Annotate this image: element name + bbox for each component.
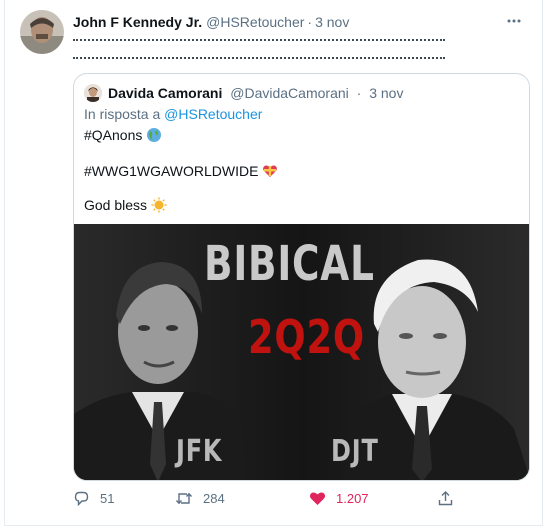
quoted-author-name[interactable]: Davida Camorani bbox=[108, 85, 222, 101]
dotted-text-line bbox=[73, 55, 445, 59]
like-count: 1.207 bbox=[336, 491, 369, 506]
reply-to-link[interactable]: @HSRetoucher bbox=[164, 106, 262, 122]
retweet-button[interactable]: 284 bbox=[175, 490, 225, 507]
quoted-media-image[interactable]: BIBICAL 2Q2Q JFK DJT bbox=[74, 224, 529, 480]
tweet-header: John F Kennedy Jr. @HSRetoucher · 3 nov bbox=[73, 12, 527, 32]
reply-prefix: In risposta a bbox=[84, 106, 161, 122]
like-button[interactable]: 1.207 bbox=[309, 490, 369, 507]
quoted-avatar[interactable] bbox=[84, 84, 102, 102]
reply-icon bbox=[73, 490, 90, 507]
post-time[interactable]: 3 nov bbox=[315, 14, 349, 30]
separator: · bbox=[307, 14, 313, 30]
hashtag-line: #QAnons bbox=[84, 126, 162, 144]
heart-ribbon-icon bbox=[262, 163, 278, 179]
hashtag-line: #WWG1WGAWORLDWIDE bbox=[84, 162, 278, 180]
share-button[interactable] bbox=[437, 490, 454, 507]
share-icon bbox=[437, 490, 454, 507]
reply-count: 51 bbox=[100, 491, 115, 506]
retweet-count: 284 bbox=[203, 491, 225, 506]
quoted-post-time[interactable]: 3 nov bbox=[369, 85, 403, 101]
reply-button[interactable]: 51 bbox=[73, 490, 114, 507]
quoted-tweet-card[interactable]: Davida Camorani @DavidaCamorani · 3 nov … bbox=[73, 73, 530, 481]
blessing-text: God bless bbox=[84, 197, 148, 213]
quoted-author-handle[interactable]: @DavidaCamorani bbox=[230, 85, 348, 101]
heart-icon bbox=[309, 490, 326, 507]
hashtag-qanons[interactable]: #QAnons bbox=[84, 126, 142, 144]
author-handle[interactable]: @HSRetoucher bbox=[206, 14, 304, 30]
avatar[interactable] bbox=[20, 10, 64, 54]
sun-icon bbox=[151, 197, 167, 213]
globe-icon bbox=[146, 127, 162, 143]
retweet-icon bbox=[175, 490, 193, 507]
reply-context: In risposta a @HSRetoucher bbox=[84, 106, 262, 122]
hashtag-wwg1wga[interactable]: #WWG1WGAWORLDWIDE bbox=[84, 162, 258, 180]
author-name[interactable]: John F Kennedy Jr. bbox=[73, 14, 202, 30]
poster-right-label: DJT bbox=[331, 434, 379, 469]
poster-title: BIBICAL bbox=[204, 236, 375, 292]
poster-year: 2Q2Q bbox=[248, 310, 365, 364]
more-horizontal-icon[interactable] bbox=[503, 12, 525, 30]
quoted-tweet-header: Davida Camorani @DavidaCamorani · 3 nov bbox=[108, 84, 403, 102]
blessing-line: God bless bbox=[84, 196, 167, 214]
poster-left-label: JFK bbox=[176, 434, 223, 469]
tweet-actions: 51 284 1.207 bbox=[73, 490, 473, 510]
separator: · bbox=[356, 85, 362, 101]
dotted-text-line bbox=[73, 37, 445, 41]
